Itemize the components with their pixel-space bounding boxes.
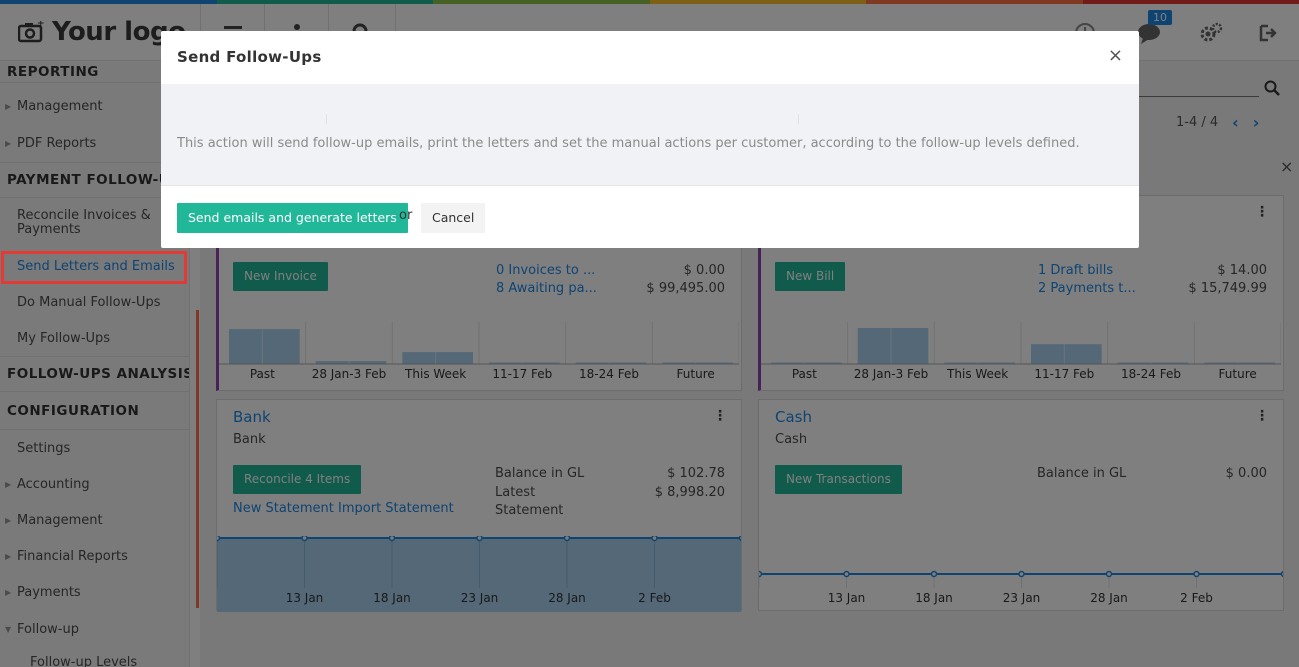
modal-body: This action will send follow-up emails, … [161,84,1139,185]
or-text: or [399,208,413,223]
highlight-box [1,251,187,284]
modal-footer: Send emails and generate letters or Canc… [161,185,1139,248]
modal-title: Send Follow-Ups [177,48,322,66]
modal-message: This action will send follow-up emails, … [177,136,1080,151]
divider [326,114,327,124]
cancel-button[interactable]: Cancel [421,203,486,233]
close-icon[interactable]: × [1108,45,1123,66]
send-emails-button[interactable]: Send emails and generate letters [177,203,408,233]
divider [798,114,799,124]
modal-header: Send Follow-Ups × [161,31,1139,84]
send-follow-ups-dialog: Send Follow-Ups × This action will send … [161,31,1139,248]
